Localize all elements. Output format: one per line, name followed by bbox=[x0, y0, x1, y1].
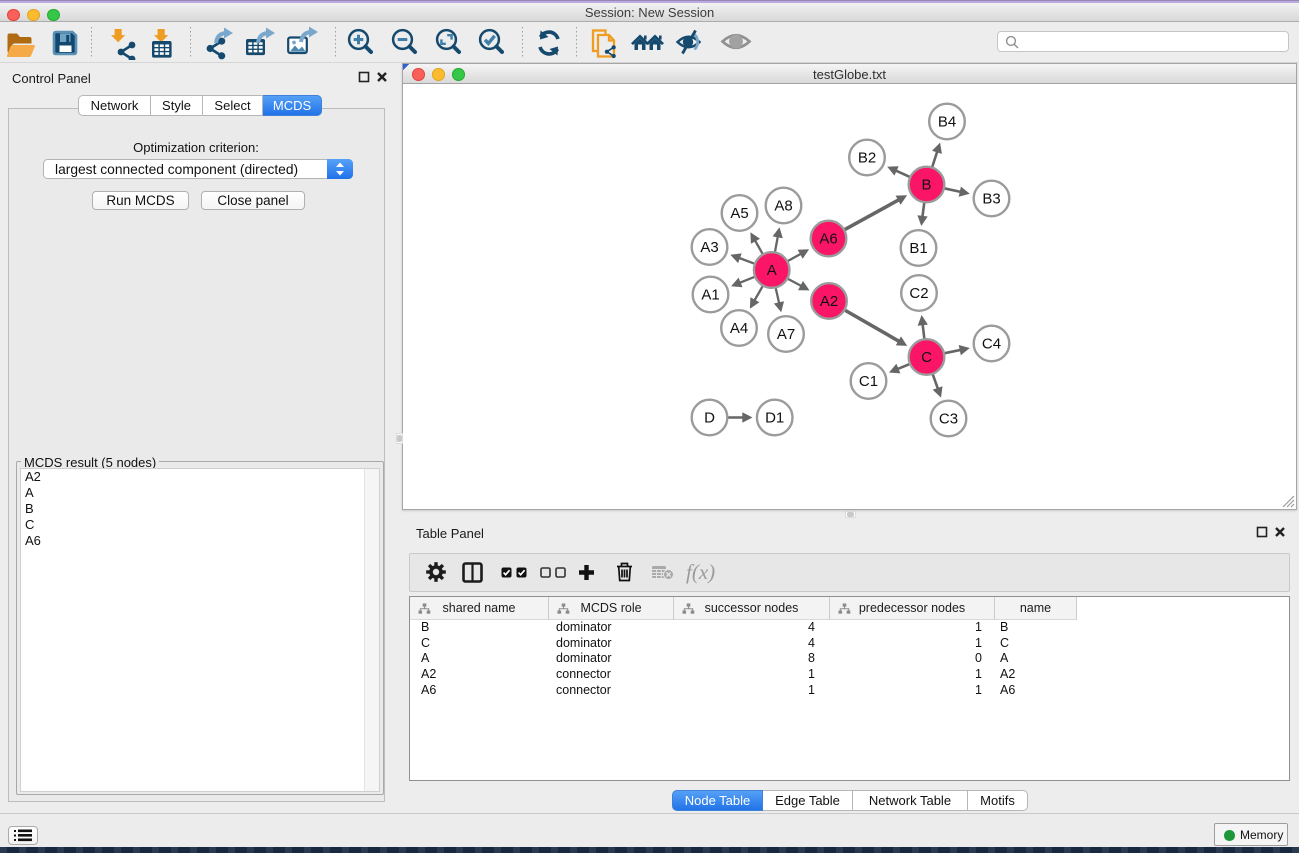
svg-text:B: B bbox=[921, 177, 931, 194]
svg-text:D: D bbox=[704, 410, 715, 427]
svg-text:A3: A3 bbox=[700, 239, 718, 256]
svg-text:A8: A8 bbox=[774, 198, 792, 215]
svg-text:A6: A6 bbox=[819, 231, 837, 248]
svg-text:A5: A5 bbox=[730, 205, 748, 222]
svg-text:A4: A4 bbox=[730, 320, 748, 337]
svg-text:C4: C4 bbox=[982, 336, 1001, 353]
svg-text:B4: B4 bbox=[938, 114, 956, 131]
svg-text:D1: D1 bbox=[765, 410, 784, 427]
svg-text:B2: B2 bbox=[858, 150, 876, 167]
svg-text:A2: A2 bbox=[820, 293, 838, 310]
svg-text:A: A bbox=[767, 262, 777, 279]
svg-text:B1: B1 bbox=[909, 240, 927, 257]
svg-text:C1: C1 bbox=[859, 373, 878, 390]
svg-text:A1: A1 bbox=[701, 287, 719, 304]
svg-text:C2: C2 bbox=[909, 285, 928, 302]
svg-text:A7: A7 bbox=[777, 326, 795, 343]
svg-text:C3: C3 bbox=[939, 411, 958, 428]
svg-text:C: C bbox=[921, 349, 932, 366]
svg-text:B3: B3 bbox=[982, 191, 1000, 208]
